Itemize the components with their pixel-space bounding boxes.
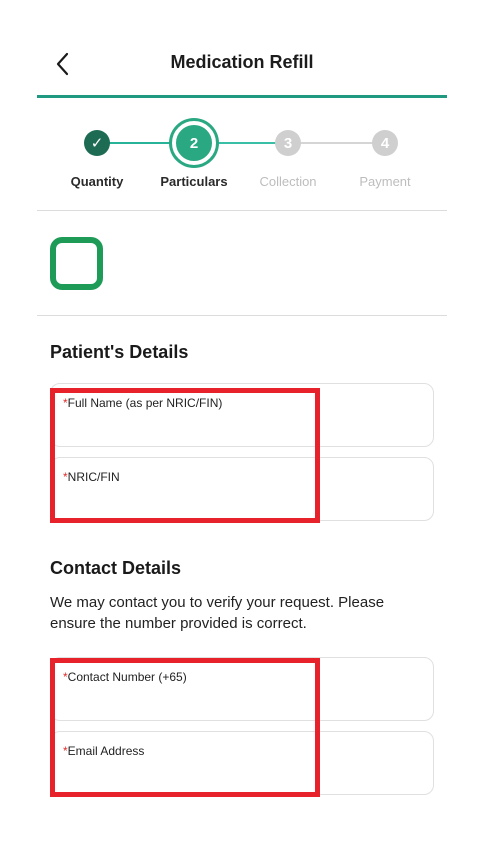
contact-details-title: Contact Details [50,558,182,578]
consent-checkbox[interactable] [50,237,103,290]
app-header: Medication Refill [0,0,484,98]
contact-number-input[interactable] [63,686,421,710]
step-label: Payment [359,174,411,189]
step-quantity[interactable]: ✓ Quantity [47,112,147,189]
full-name-input[interactable] [63,412,421,436]
step-label: Collection [259,174,317,189]
nric-fin-field[interactable]: *NRIC/FIN [50,457,434,521]
step-number-badge: 2 [172,121,216,165]
progress-stepper: ✓ Quantity 2 Particulars 3 Collection 4 … [0,112,484,202]
field-label: *Full Name (as per NRIC/FIN) [63,396,223,410]
page-title: Medication Refill [170,52,314,72]
step-particulars[interactable]: 2 Particulars [144,112,244,189]
step-number-badge: 4 [372,130,398,156]
email-address-field[interactable]: *Email Address [50,731,434,795]
contact-number-field[interactable]: *Contact Number (+65) [50,657,434,721]
step-label: Quantity [70,174,124,189]
field-label: *NRIC/FIN [63,470,120,484]
step-payment: 4 Payment [335,112,435,189]
field-label: *Email Address [63,744,145,758]
step-collection: 3 Collection [238,112,338,189]
email-address-input[interactable] [63,760,421,784]
step-label: Particulars [160,174,228,189]
section-divider [37,315,447,316]
field-label: *Contact Number (+65) [63,670,187,684]
contact-details-description: We may contact you to verify your reques… [50,594,385,632]
full-name-field[interactable]: *Full Name (as per NRIC/FIN) [50,383,434,447]
section-divider [37,210,447,211]
patient-details-title: Patient's Details [50,342,189,362]
nric-fin-input[interactable] [63,486,421,510]
check-icon: ✓ [84,130,110,156]
step-number-badge: 3 [275,130,301,156]
header-underline [37,95,447,98]
